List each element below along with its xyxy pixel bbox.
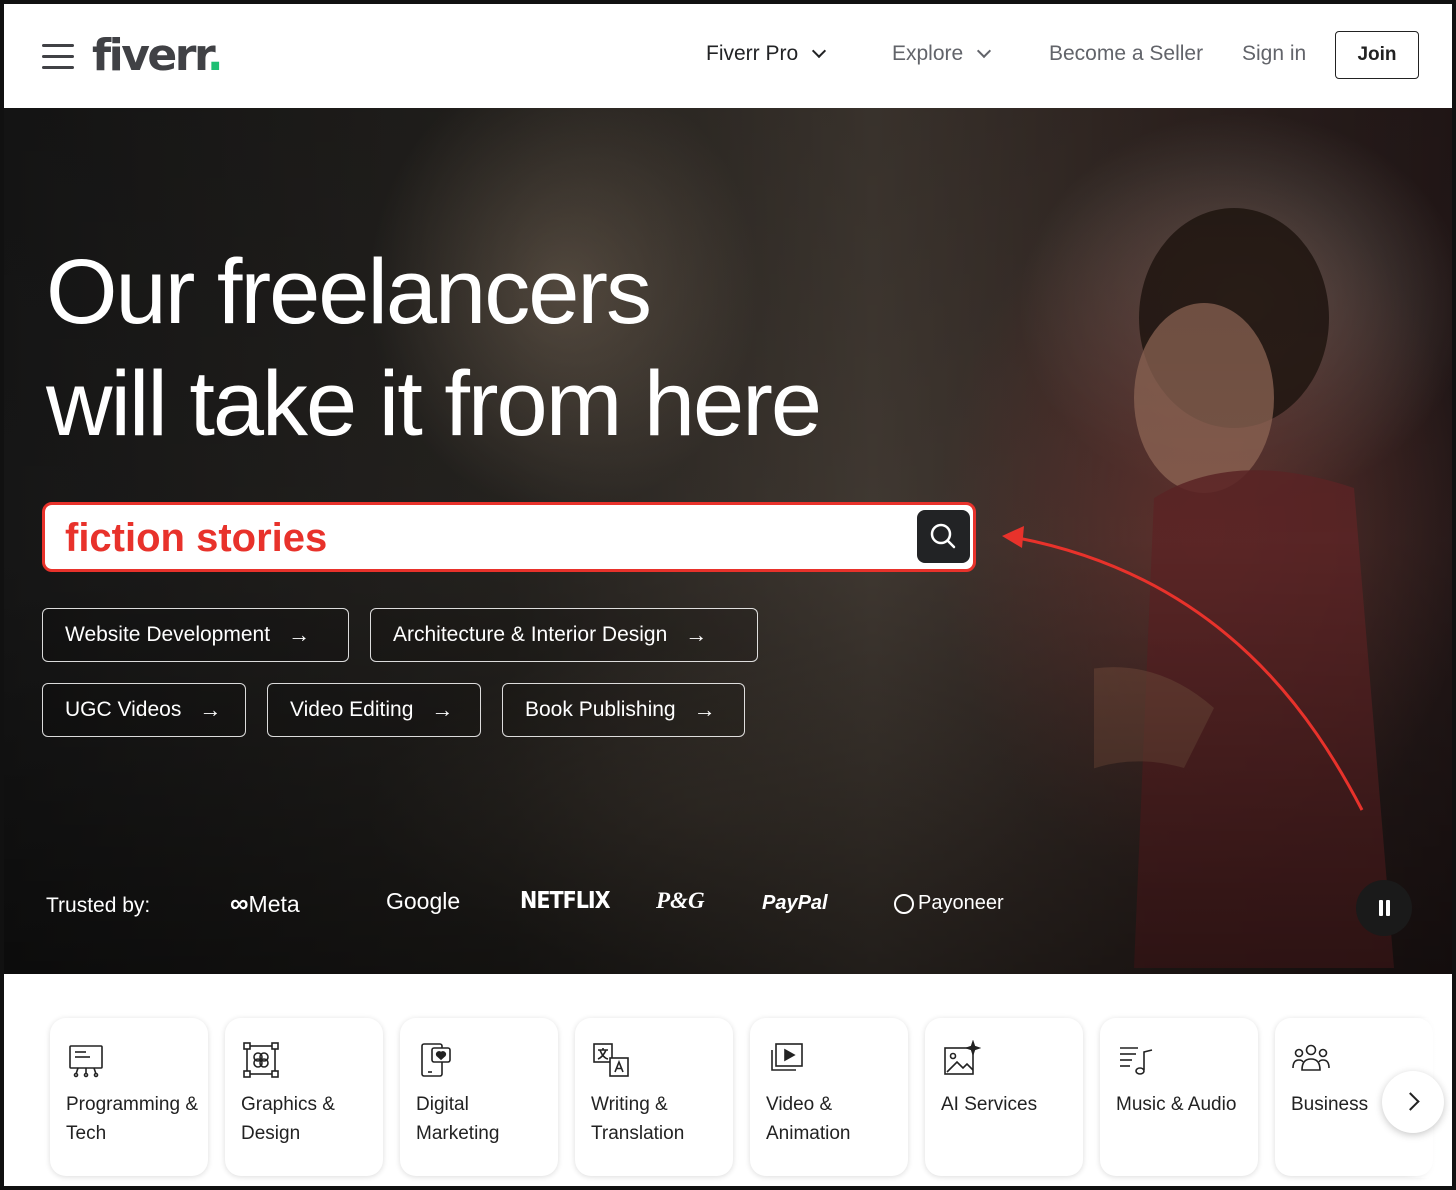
brand-netflix: NETFLIX [520, 888, 611, 914]
hero-headline-line1: Our freelancers [46, 241, 652, 343]
top-header: fiverr. Fiverr Pro Explore Become a Sell… [4, 4, 1452, 108]
nav-fiverr-pro[interactable]: Fiverr Pro [706, 42, 827, 66]
chip-label: Website Development [65, 623, 271, 646]
payoneer-ring-icon [894, 893, 914, 914]
category-card-programming-tech[interactable]: Programming & Tech [50, 1018, 208, 1176]
chip-architecture-interior-design[interactable]: Architecture & Interior Design → [370, 608, 758, 662]
category-label: Graphics & Design [241, 1094, 335, 1144]
search-input[interactable] [65, 513, 885, 563]
monitor-icon [69, 1045, 103, 1078]
category-label: Music & Audio [1116, 1094, 1237, 1115]
music-icon [1120, 1047, 1153, 1075]
arrow-right-icon: → [288, 622, 311, 647]
page-frame: fiverr. Fiverr Pro Explore Become a Sell… [0, 0, 1456, 1190]
category-card-writing-translation[interactable]: Writing & Translation [575, 1018, 733, 1176]
brand-google: Google [386, 888, 461, 914]
nav-fiverr-pro-label: Fiverr Pro [706, 42, 799, 65]
menu-icon[interactable] [42, 44, 74, 72]
category-card-digital-marketing[interactable]: Digital Marketing [400, 1018, 558, 1176]
nav-sign-in-label: Sign in [1242, 42, 1307, 65]
nav-explore-label: Explore [892, 42, 964, 65]
nav-become-seller[interactable]: Become a Seller [1049, 42, 1203, 66]
brand-paypal: PayPal [762, 892, 828, 914]
chevron-down-icon [977, 43, 992, 59]
hero-section: Our freelancers will take it from here W… [4, 108, 1452, 974]
arrow-right-icon: → [685, 622, 708, 647]
arrow-right-icon: → [431, 697, 454, 722]
carousel-next-button[interactable] [1382, 1071, 1444, 1133]
category-card-video-animation[interactable]: Video & Animation [750, 1018, 908, 1176]
translate-icon [593, 1043, 629, 1077]
search-bar [42, 502, 976, 572]
hero-headline: Our freelancers will take it from here [46, 236, 822, 460]
chip-label: Architecture & Interior Design [393, 623, 668, 646]
brand-meta: ∞Meta [230, 888, 300, 918]
category-label: Writing & Translation [591, 1094, 685, 1144]
people-icon [1292, 1044, 1330, 1071]
design-frame-icon [243, 1042, 279, 1078]
arrow-right-icon: → [693, 697, 716, 722]
trusted-by-label: Trusted by: [46, 894, 151, 917]
chip-ugc-videos[interactable]: UGC Videos → [42, 683, 246, 737]
phone-heart-icon [421, 1043, 451, 1077]
meta-infinity-icon: ∞ [230, 888, 249, 918]
nav-explore[interactable]: Explore [892, 42, 992, 66]
video-play-icon [771, 1043, 803, 1071]
nav-sign-in[interactable]: Sign in [1242, 42, 1306, 66]
chip-book-publishing[interactable]: Book Publishing → [502, 683, 745, 737]
brand-pg: P&G [656, 888, 705, 913]
pause-video-button[interactable] [1356, 880, 1412, 936]
search-icon [930, 523, 956, 549]
chip-label: Book Publishing [525, 698, 676, 721]
nav-become-seller-label: Become a Seller [1049, 42, 1204, 65]
search-button[interactable] [917, 510, 970, 563]
chip-label: Video Editing [290, 698, 414, 721]
category-row: Programming & Tech Graphics & Design Dig… [4, 974, 1452, 1186]
join-button[interactable]: Join [1335, 31, 1419, 79]
hero-headline-line2: will take it from here [46, 353, 822, 455]
category-label: Digital Marketing [416, 1094, 500, 1144]
chevron-down-icon [812, 43, 827, 59]
arrow-right-icon: → [199, 697, 222, 722]
category-card-graphics-design[interactable]: Graphics & Design [225, 1018, 383, 1176]
category-label: AI Services [941, 1094, 1038, 1115]
category-label: Programming & Tech [66, 1094, 198, 1144]
chip-video-editing[interactable]: Video Editing → [267, 683, 481, 737]
ai-image-icon [944, 1040, 981, 1075]
fiverr-logo[interactable]: fiverr. [92, 30, 224, 81]
chip-label: UGC Videos [65, 698, 182, 721]
category-card-ai-services[interactable]: AI Services [925, 1018, 1083, 1176]
category-label: Video & Animation [766, 1094, 851, 1144]
brand-payoneer: Payoneer [894, 892, 1004, 915]
annotation-arrow [1002, 526, 1364, 811]
chip-website-development[interactable]: Website Development → [42, 608, 349, 662]
category-card-music-audio[interactable]: Music & Audio [1100, 1018, 1258, 1176]
